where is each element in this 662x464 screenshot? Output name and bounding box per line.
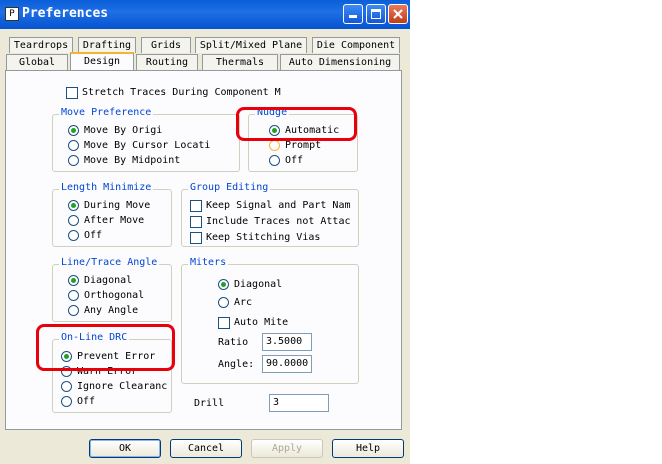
radio-label: Move By Midpoint — [84, 155, 181, 166]
stretch-traces-label: Stretch Traces During Component M — [82, 87, 281, 98]
maximize-icon — [371, 9, 381, 19]
tab-grids[interactable]: Grids — [141, 37, 191, 53]
checkbox-label: Include Traces not Attac — [206, 216, 351, 227]
radio-unselected[interactable] — [61, 366, 72, 377]
radio-label: Orthogonal — [84, 290, 145, 301]
radio-label: Move By Cursor Locati — [84, 140, 211, 151]
radio-selected[interactable] — [68, 125, 79, 136]
line-trace-angle-title: Line/Trace Angle — [59, 257, 160, 268]
title-bar[interactable]: P Preferences — [0, 0, 410, 29]
checkbox-label: Auto Mite — [234, 317, 289, 328]
radio-label: During Move — [84, 200, 151, 211]
preferences-window: P Preferences Teardrops Drafting Grids S… — [0, 0, 410, 464]
radio-selected[interactable] — [269, 125, 280, 136]
nudge-group: Nudge Automatic Prompt Off — [248, 107, 358, 172]
radio-selected[interactable] — [68, 200, 79, 211]
radio-unselected[interactable] — [61, 381, 72, 392]
angle-label: Angle: — [218, 359, 255, 370]
window-title: Preferences — [22, 6, 109, 21]
radio-unselected[interactable] — [269, 140, 280, 151]
radio-label: Move By Origi — [84, 125, 163, 136]
radio-unselected[interactable] — [68, 305, 79, 316]
radio-unselected[interactable] — [68, 215, 79, 226]
minimize-icon — [349, 15, 357, 18]
cancel-button[interactable]: Cancel — [170, 439, 242, 458]
drill-input[interactable]: 3 — [269, 394, 329, 412]
tab-die-component[interactable]: Die Component — [312, 37, 400, 53]
help-button[interactable]: Help — [332, 439, 404, 458]
checkbox[interactable] — [218, 317, 230, 329]
radio-label: Automatic — [285, 125, 340, 136]
ratio-label: Ratio — [218, 337, 249, 348]
radio-label: Warn Error — [77, 366, 138, 377]
radio-label: Diagonal — [234, 279, 283, 290]
tab-teardrops[interactable]: Teardrops — [9, 37, 73, 53]
radio-unselected[interactable] — [269, 155, 280, 166]
length-minimize-title: Length Minimize — [59, 182, 154, 193]
radio-label: Ignore Clearanc — [77, 381, 168, 392]
maximize-button[interactable] — [366, 4, 386, 24]
tab-thermals[interactable]: Thermals — [202, 54, 278, 70]
tab-global[interactable]: Global — [6, 54, 68, 70]
radio-label: Prompt — [285, 140, 322, 151]
ratio-input[interactable]: 3.5000 — [262, 333, 312, 351]
radio-label: After Move — [84, 215, 145, 226]
radio-selected[interactable] — [218, 279, 229, 290]
angle-input[interactable]: 90.0000 — [262, 355, 312, 373]
ok-button[interactable]: OK — [89, 439, 161, 458]
line-trace-angle-group: Line/Trace Angle Diagonal Orthogonal Any… — [52, 257, 172, 322]
radio-unselected[interactable] — [68, 290, 79, 301]
nudge-title: Nudge — [255, 107, 290, 118]
drill-label: Drill — [194, 398, 225, 409]
radio-label: Off — [285, 155, 304, 166]
checkbox[interactable] — [190, 216, 202, 228]
radio-label: Any Angle — [84, 305, 139, 316]
stretch-traces-check[interactable] — [66, 87, 78, 99]
miters-group: Miters Diagonal Arc Auto Mite Ratio 3.50… — [181, 257, 359, 384]
radio-label: Off — [84, 230, 103, 241]
apply-button[interactable]: Apply — [251, 439, 323, 458]
length-minimize-group: Length Minimize During Move After Move O… — [52, 182, 172, 247]
checkbox-label: Keep Stitching Vias — [206, 232, 321, 243]
tab-design[interactable]: Design — [70, 52, 134, 70]
radio-label: Prevent Error — [77, 351, 156, 362]
online-drc-group: On-Line DRC Prevent Error Warn Error Ign… — [52, 332, 172, 413]
radio-label: Arc — [234, 297, 253, 308]
move-preference-group: Move Preference Move By Origi Move By Cu… — [52, 107, 240, 172]
close-icon — [393, 9, 403, 19]
checkbox-label: Keep Signal and Part Nam — [206, 200, 351, 211]
checkbox[interactable] — [190, 200, 202, 212]
online-drc-title: On-Line DRC — [59, 332, 130, 343]
design-tab-panel: Stretch Traces During Component M Move P… — [5, 70, 402, 430]
radio-unselected[interactable] — [68, 140, 79, 151]
close-button[interactable] — [388, 4, 408, 24]
radio-selected[interactable] — [68, 275, 79, 286]
radio-unselected[interactable] — [218, 297, 229, 308]
radio-unselected[interactable] — [68, 155, 79, 166]
group-editing-group: Group Editing Keep Signal and Part Nam I… — [181, 182, 359, 247]
tab-routing[interactable]: Routing — [136, 54, 198, 70]
tab-auto-dimensioning[interactable]: Auto Dimensioning — [280, 54, 400, 70]
checkbox[interactable] — [190, 232, 202, 244]
move-preference-title: Move Preference — [59, 107, 154, 118]
radio-label: Off — [77, 396, 96, 407]
app-icon: P — [5, 7, 19, 21]
radio-selected[interactable] — [61, 351, 72, 362]
radio-label: Diagonal — [84, 275, 133, 286]
group-editing-title: Group Editing — [188, 182, 271, 193]
tab-drafting[interactable]: Drafting — [78, 37, 136, 53]
miters-title: Miters — [188, 257, 229, 268]
minimize-button[interactable] — [343, 4, 363, 24]
tab-split-mixed-plane[interactable]: Split/Mixed Plane — [195, 37, 307, 53]
radio-unselected[interactable] — [68, 230, 79, 241]
radio-unselected[interactable] — [61, 396, 72, 407]
